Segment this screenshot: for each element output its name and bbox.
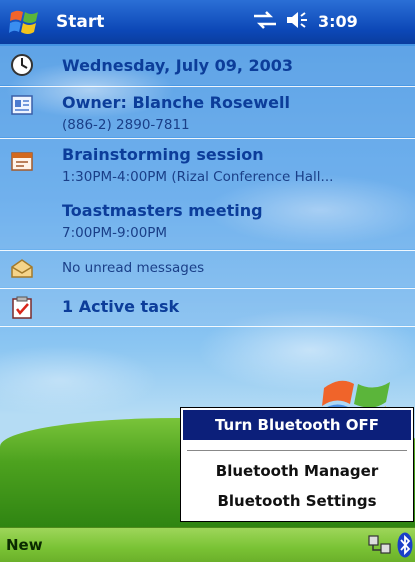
tasks-icon [12,296,32,319]
menu-item-bluetooth-manager[interactable]: Bluetooth Manager [183,457,411,485]
new-button[interactable]: New [6,536,43,554]
tasks-summary: 1 Active task [62,297,180,316]
bluetooth-icon[interactable] [397,532,413,558]
owner-phone: (886-2) 2890-7811 [62,117,190,133]
appointment-detail: 7:00PM-9:00PM [62,225,168,241]
tasks-row[interactable]: 1 Active task [0,289,415,325]
inbox-icon [11,259,33,278]
owner-row[interactable]: Owner: Blanche Rosewell (886-2) 2890-781… [0,87,415,137]
today-date: Wednesday, July 09, 2003 [62,56,294,75]
title-bar: Start 3:09 [0,0,415,44]
appointment-title[interactable]: Brainstorming session [62,145,264,164]
menu-bar: New [0,527,415,562]
appointment-detail: 1:30PM-4:00PM (Rizal Conference Hall... [62,169,334,185]
messages-row[interactable]: No unread messages [0,251,415,287]
owner-name: Owner: Blanche Rosewell [62,93,290,112]
calendar-icon [11,152,33,171]
appointment-title[interactable]: Toastmasters meeting [62,201,263,220]
menu-separator [187,450,407,451]
messages-summary: No unread messages [62,260,205,276]
bluetooth-popup-menu: Turn Bluetooth OFF Bluetooth Manager Blu… [180,407,414,522]
clock[interactable]: 3:09 [318,12,358,31]
calendar-row[interactable]: Brainstorming session 1:30PM-4:00PM (Riz… [0,139,415,249]
menu-item-bluetooth-settings[interactable]: Bluetooth Settings [183,487,411,515]
status-icons[interactable] [252,10,311,30]
start-flag-icon[interactable] [8,7,42,37]
clock-icon [11,54,33,76]
connectivity-icon[interactable] [252,10,278,30]
network-tray-icon[interactable] [368,534,392,556]
menu-item-turn-bluetooth-off[interactable]: Turn Bluetooth OFF [183,410,411,440]
date-row[interactable]: Wednesday, July 09, 2003 [0,46,415,85]
speaker-icon[interactable] [285,10,311,30]
start-menu-label[interactable]: Start [56,12,104,32]
divider [0,326,415,327]
owner-card-icon [11,95,33,115]
